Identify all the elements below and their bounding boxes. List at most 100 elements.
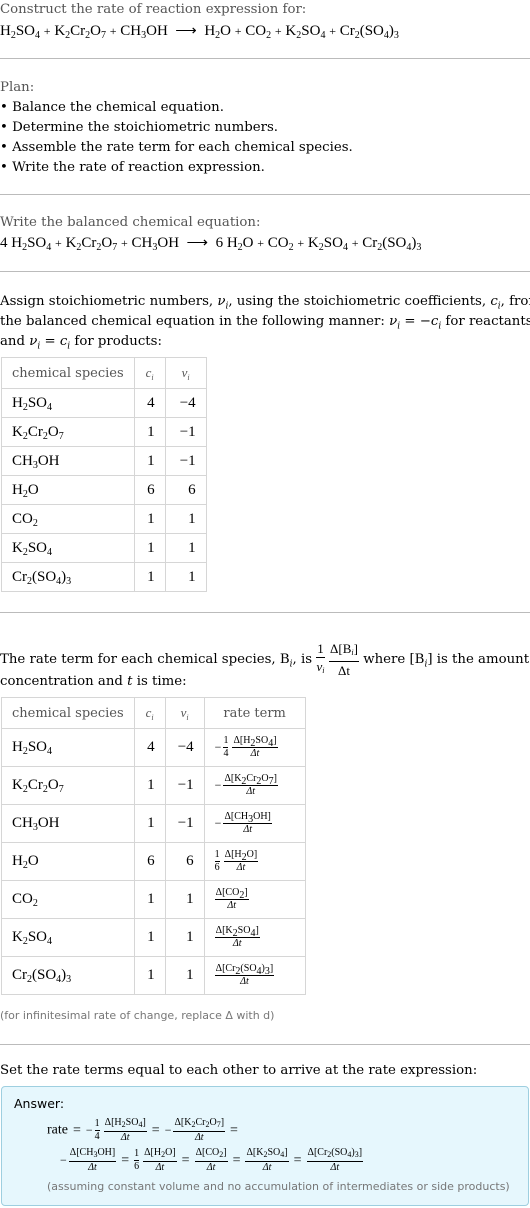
delta-concentration-fraction: Δ[K2Cr2O7] Δt — [223, 773, 278, 797]
column-header-species: chemical species — [1, 697, 135, 729]
rate-expression-line1: rate = −1 4 Δ[H2SO4] Δt = − Δ[K2Cr2O7] Δt = — [47, 1117, 243, 1144]
subscript: i — [151, 373, 154, 382]
minus-sign: − — [214, 816, 222, 830]
answer-box: Answer: rate = −1 4 Δ[H2SO4] Δt = − Δ[K2Cr2O7] Δt… — [1, 1086, 529, 1206]
delta-concentration-fraction: Δ[CH3OH] Δt — [68, 1147, 117, 1173]
equals-sign: = — [181, 1152, 190, 1168]
plus-sign: + — [234, 24, 242, 38]
species: K2SO4 — [307, 235, 348, 253]
species: H2SO4 — [0, 23, 41, 41]
plan-item: • Balance the chemical equation. — [0, 100, 224, 115]
text: is time: — [132, 674, 187, 689]
rate-expression-line2: − Δ[CH3OH] Δt = 1 6 Δ[H2O] Δt = Δ[CO2] Δt = Δ[K2SO4]… — [60, 1147, 364, 1174]
plus-sign: + — [257, 236, 265, 250]
c-cell: 1 — [133, 417, 166, 447]
nu-symbol: ν — [389, 314, 398, 329]
plan-item: • Assemble the rate term for each chemic… — [0, 140, 353, 155]
delta-concentration-fraction: Δ[CO2] Δt — [214, 887, 249, 911]
divider — [0, 1044, 530, 1045]
rate-term-cell: Δ[Cr2(SO4)3] Δt — [203, 956, 306, 995]
table-row: Cr2(SO4)3 1 1 — [1, 562, 207, 592]
text: for reactants — [441, 314, 530, 329]
rate-term-cell: −1 4 Δ[H2SO4] Δt — [203, 728, 306, 767]
text: Assign stoichiometric numbers, — [0, 294, 218, 309]
plus-sign: + — [329, 24, 336, 38]
rate-term-cell: − Δ[CH3OH] Δt — [203, 804, 306, 843]
intro-heading: Construct the rate of reaction expressio… — [0, 2, 307, 17]
column-header-nu: νi — [164, 357, 207, 389]
coefficient-fraction: 16 — [214, 849, 220, 873]
species: Cr2(SO4)3 — [339, 23, 399, 41]
table-row: H2SO4 4 −4 — [1, 388, 207, 418]
nu-cell: 6 — [164, 475, 207, 505]
plus-sign: + — [121, 236, 128, 250]
text: , from — [500, 294, 530, 309]
nu-cell: −4 — [164, 388, 207, 418]
text: and — [0, 334, 30, 349]
c-cell: 6 — [133, 475, 166, 505]
species: K2Cr2O7 — [65, 235, 118, 253]
species-cell: Cr2(SO4)3 — [1, 956, 135, 995]
plus-sign: + — [43, 24, 51, 38]
divider — [0, 271, 530, 272]
column-header-rate-term: rate term — [203, 697, 306, 729]
species-cell: CH3OH — [1, 804, 135, 843]
text: = — [40, 334, 60, 349]
table-row: K2SO4 1 1 — [1, 533, 207, 563]
table-row: H2O 6 6 1 6 Δ[H2O] Δt — [1, 842, 306, 881]
column-header-nu: νi — [164, 697, 205, 729]
text: the balanced chemical equation in the fo… — [0, 314, 390, 329]
c-cell: 1 — [133, 880, 166, 919]
delta-concentration-fraction: Δ[H2SO4] Δt — [103, 1117, 147, 1143]
numerator: 1 — [317, 641, 324, 656]
nu-cell: 1 — [164, 956, 205, 995]
delta-concentration-fraction: Δ[K2SO4] Δt — [245, 1147, 289, 1173]
table-row: K2Cr2O7 1 −1− Δ[K2Cr2O7] Δt — [1, 766, 306, 805]
plus-sign: + — [351, 236, 359, 250]
c-cell: 1 — [133, 562, 166, 592]
delta-concentration-fraction: Δ[K2SO4] Δt — [214, 925, 260, 949]
nu-cell: 1 — [164, 562, 207, 592]
species: CO2 — [245, 23, 272, 41]
species-cell: K2Cr2O7 — [1, 766, 135, 805]
species: 4 H2SO4 — [0, 235, 52, 253]
text: Δ[B — [330, 641, 352, 656]
equals-sign: = — [121, 1152, 130, 1168]
equals-sign: = — [230, 1122, 238, 1138]
table-row: H2SO4 4 −4−1 4 Δ[H2SO4] Δt — [1, 728, 306, 767]
coefficient-fraction: 14 — [223, 735, 229, 759]
plus-sign: + — [109, 24, 117, 38]
coefficient-fraction: 16 — [134, 1148, 140, 1172]
species: K2Cr2O7 — [54, 23, 106, 41]
species: H2O — [204, 23, 231, 41]
nu-cell: −4 — [164, 728, 205, 767]
subscript: i — [351, 648, 354, 657]
equals-sign: = — [151, 1122, 160, 1138]
c-symbol: c — [490, 294, 498, 309]
delta-concentration-fraction: Δ[H2O] Δt — [223, 849, 259, 873]
stoichiometry-table: chemical species ci νi H2SO4 4 −4 K2Cr2O7 1−… — [1, 357, 207, 592]
plus-sign: + — [274, 24, 282, 38]
table-row: K2SO4 1 1 Δ[K2SO4] Δt — [1, 918, 306, 957]
c-cell: 4 — [133, 388, 166, 418]
rate-term-cell: − Δ[K2Cr2O7] Δt — [203, 766, 306, 805]
minus-sign: − — [60, 1153, 67, 1167]
nu-cell: −1 — [164, 446, 207, 476]
text: , is — [292, 652, 317, 667]
delta-concentration-fraction: Δ[H2SO4] Δt — [232, 735, 278, 759]
plan-heading: Plan: — [0, 80, 35, 95]
denominator: νi — [316, 657, 325, 679]
answer-label: Answer: — [14, 1096, 65, 1111]
rate-term-text-line2: concentration and t is time: — [0, 672, 187, 692]
plus-sign: + — [297, 236, 305, 250]
c-cell: 1 — [133, 504, 166, 534]
c-cell: 1 — [133, 804, 166, 843]
column-header-species: chemical species — [1, 357, 135, 389]
delta-concentration-fraction: Δ[H2O] Δt — [143, 1147, 177, 1173]
balanced-heading: Write the balanced chemical equation: — [0, 215, 261, 230]
delta-concentration-fraction: Δ[K2Cr2O7] Δt — [173, 1117, 226, 1143]
final-heading: Set the rate terms equal to each other t… — [0, 1063, 478, 1078]
plus-sign: + — [55, 236, 62, 250]
coefficient-fraction: 14 — [94, 1118, 100, 1142]
one-over-nu-fraction: 1 νi — [316, 640, 325, 679]
